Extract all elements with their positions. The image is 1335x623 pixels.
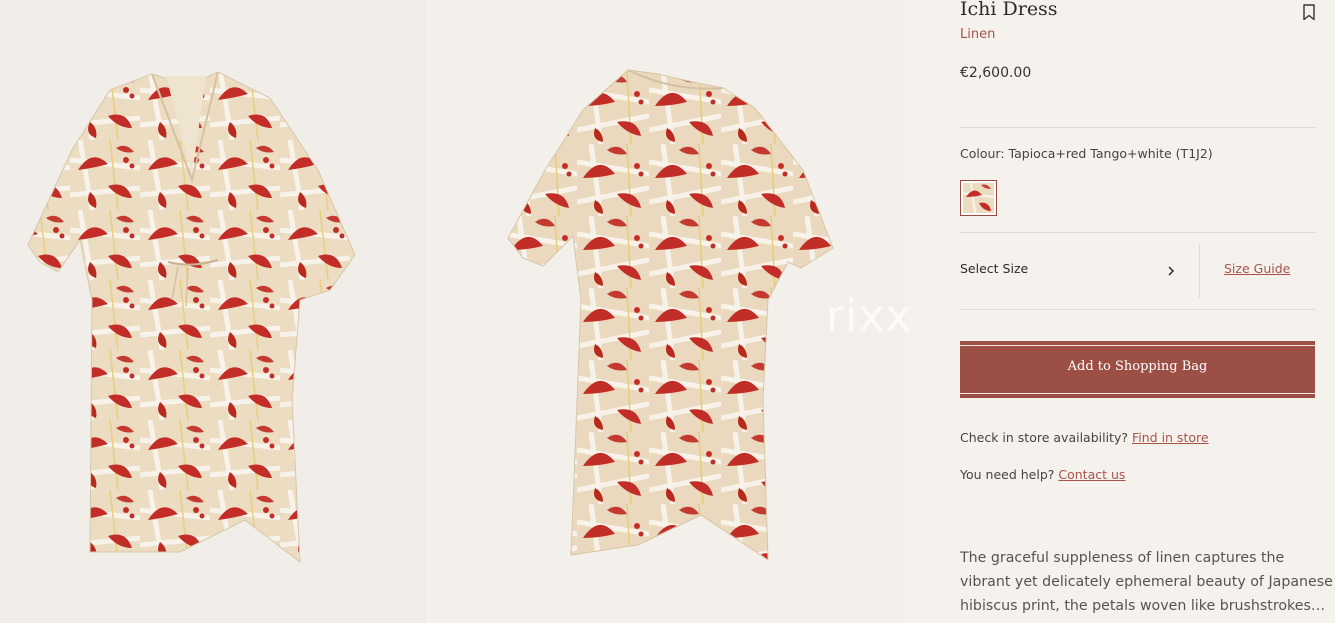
divider [960, 309, 1315, 310]
colour-info: Colour: Tapioca+red Tango+white (T1J2) [960, 146, 1213, 161]
button-inner-line-top [960, 345, 1315, 346]
size-select-label: Select Size [960, 261, 1029, 276]
colour-label: Colour: [960, 146, 1005, 161]
description-line: hibiscus print, the petals woven like br… [960, 598, 1326, 614]
colour-value: Tapioca+red Tango+white (T1J2) [1008, 146, 1213, 161]
store-question: Check in store availability? [960, 430, 1128, 445]
button-inner-line-bottom [960, 393, 1315, 394]
watermark-text: rixx [826, 291, 913, 342]
swatch-pattern [963, 183, 994, 213]
description-line: The graceful suppleness of linen capture… [960, 550, 1285, 566]
product-description: The graceful suppleness of linen capture… [960, 546, 1333, 618]
product-price: €2,600.00 [960, 65, 1032, 81]
product-title: Ichi Dress [960, 0, 1058, 20]
find-in-store-link[interactable]: Find in store [1132, 430, 1209, 445]
add-to-bag-button[interactable]: Add to Shopping Bag [960, 341, 1315, 398]
product-image-front[interactable] [0, 0, 426, 623]
vertical-divider [1199, 244, 1200, 298]
size-select[interactable]: Select Size [960, 244, 1190, 298]
chevron-right-icon [1168, 266, 1175, 276]
help-line: You need help? Contact us [960, 467, 1125, 482]
help-question: You need help? [960, 467, 1055, 482]
add-to-bag-label: Add to Shopping Bag [1067, 359, 1208, 374]
divider [960, 127, 1315, 128]
bookmark-icon[interactable] [1302, 4, 1316, 21]
size-guide-link[interactable]: Size Guide [1224, 261, 1290, 276]
divider [960, 232, 1315, 233]
product-material: Linen [960, 27, 996, 42]
description-line: vibrant yet delicately ephemeral beauty … [960, 574, 1333, 590]
colour-swatch[interactable] [960, 180, 997, 216]
store-availability: Check in store availability? Find in sto… [960, 430, 1209, 445]
contact-us-link[interactable]: Contact us [1058, 467, 1125, 482]
dress-front-illustration [27, 71, 356, 564]
